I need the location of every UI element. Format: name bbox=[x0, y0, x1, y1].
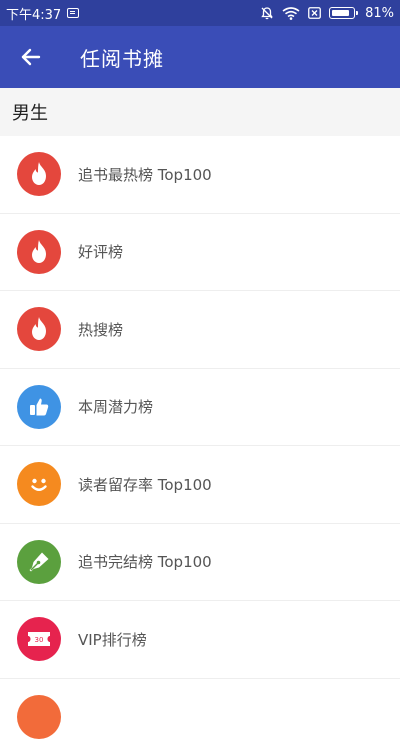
page-title: 任阅书摊 bbox=[80, 43, 164, 72]
ranking-label: 读者留存率 Top100 bbox=[78, 474, 212, 495]
section-header: 男生 bbox=[0, 88, 400, 136]
bell-off-icon bbox=[260, 6, 274, 20]
back-button[interactable] bbox=[0, 26, 62, 88]
flame-icon bbox=[17, 230, 61, 274]
ticket-icon: 30 bbox=[17, 617, 61, 661]
svg-text:30: 30 bbox=[35, 636, 44, 644]
ranking-label: VIP排行榜 bbox=[78, 629, 147, 650]
ranking-label: 热搜榜 bbox=[78, 319, 123, 340]
status-time: 下午4:37 bbox=[6, 4, 61, 23]
sim-off-icon bbox=[308, 7, 321, 19]
smile-icon bbox=[17, 462, 61, 506]
battery-icon bbox=[329, 7, 355, 19]
ranking-item[interactable]: 本周潜力榜 bbox=[0, 369, 400, 447]
thumbs-up-icon bbox=[17, 385, 61, 429]
arrow-left-icon bbox=[20, 46, 42, 68]
ranking-label: 好评榜 bbox=[78, 241, 123, 262]
ranking-item[interactable]: 追书最热榜 Top100 bbox=[0, 136, 400, 214]
ranking-item[interactable]: 30 VIP排行榜 bbox=[0, 601, 400, 679]
ranking-list: 追书最热榜 Top100 好评榜 热搜榜 本周潜力榜 bbox=[0, 136, 400, 756]
ranking-label: 本周潜力榜 bbox=[78, 396, 153, 417]
battery-percent: 81% bbox=[365, 6, 394, 21]
flame-icon bbox=[17, 307, 61, 351]
wifi-icon bbox=[282, 7, 300, 20]
ranking-label: 追书完结榜 Top100 bbox=[78, 551, 212, 572]
ranking-item[interactable]: 读者留存率 Top100 bbox=[0, 446, 400, 524]
ranking-item[interactable]: 追书完结榜 Top100 bbox=[0, 524, 400, 602]
ranking-item-partial[interactable] bbox=[0, 679, 400, 756]
pen-nib-icon bbox=[17, 540, 61, 584]
ranking-item[interactable]: 好评榜 bbox=[0, 214, 400, 292]
partial-icon bbox=[17, 695, 61, 739]
app-bar: 任阅书摊 bbox=[0, 26, 400, 88]
section-title: 男生 bbox=[0, 99, 48, 125]
flame-icon bbox=[17, 152, 61, 196]
status-bar: 下午4:37 81% bbox=[0, 0, 400, 26]
ranking-label: 追书最热榜 Top100 bbox=[78, 164, 212, 185]
ranking-item[interactable]: 热搜榜 bbox=[0, 291, 400, 369]
message-icon bbox=[67, 8, 79, 18]
